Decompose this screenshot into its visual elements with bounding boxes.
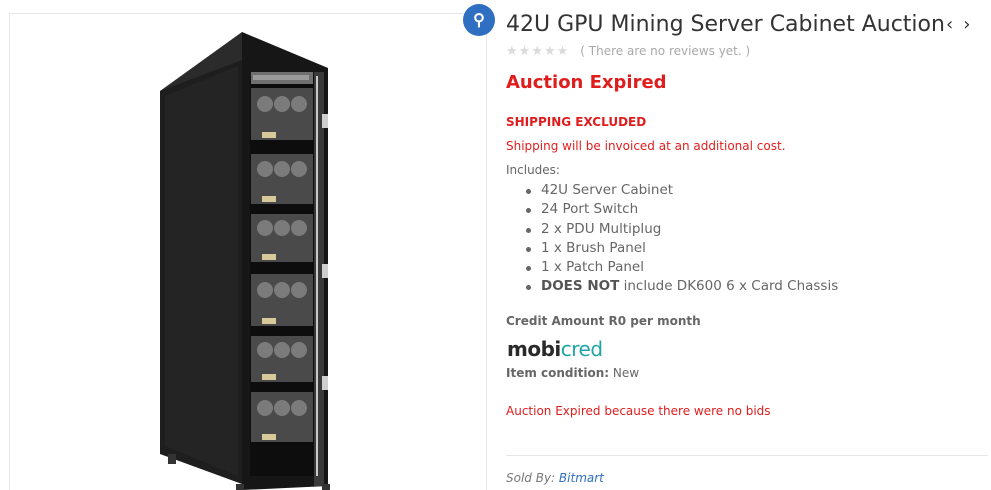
- divider: [506, 455, 988, 456]
- star-icon: ★: [543, 43, 556, 58]
- auction-status: Auction Expired: [506, 72, 667, 93]
- sold-by-label: Sold By:: [506, 471, 559, 485]
- list-item: 1 x Brush Panel: [524, 239, 838, 258]
- star-icon: ★: [518, 43, 531, 58]
- item-condition-value: New: [609, 366, 640, 380]
- exclusion-text: include DK600 6 x Card Chassis: [619, 278, 839, 295]
- list-item-exclusion: DOES NOT include DK600 6 x Card Chassis: [524, 277, 838, 296]
- sold-by: Sold By: Bitmart: [506, 471, 604, 485]
- mobicred-logo-teal: cred: [560, 337, 603, 361]
- item-condition: Item condition: New: [506, 366, 639, 380]
- credit-amount: Credit Amount R0 per month: [506, 314, 701, 328]
- mobicred-logo[interactable]: mobi cred: [507, 336, 603, 362]
- list-item: 1 x Patch Panel: [524, 258, 838, 277]
- next-product-icon[interactable]: ›: [963, 14, 970, 36]
- shipping-note: Shipping will be invoiced at an addition…: [506, 139, 786, 153]
- product-navigation: ‹ ›: [946, 14, 970, 36]
- seller-link[interactable]: Bitmart: [559, 471, 604, 485]
- mobicred-logo-dark: mobi: [507, 337, 561, 361]
- review-count-link[interactable]: ( There are no reviews yet. ): [580, 44, 750, 58]
- list-item: 2 x PDU Multiplug: [524, 220, 838, 239]
- shipping-heading: SHIPPING EXCLUDED: [506, 115, 647, 129]
- product-image-panel[interactable]: [9, 13, 487, 490]
- star-icon: ★: [531, 43, 543, 58]
- star-icon: ★: [506, 43, 518, 58]
- product-rating: ★ ★ ★ ★ ★ ( There are no reviews yet. ): [506, 44, 750, 59]
- product-title: 42U GPU Mining Server Cabinet Auction: [506, 12, 945, 37]
- list-item: 42U Server Cabinet: [524, 181, 838, 200]
- includes-list: 42U Server Cabinet 24 Port Switch 2 x PD…: [524, 181, 838, 297]
- list-item: 24 Port Switch: [524, 200, 838, 219]
- includes-label: Includes:: [506, 163, 560, 177]
- previous-product-icon[interactable]: ‹: [946, 14, 953, 36]
- item-condition-label: Item condition:: [506, 366, 610, 380]
- zoom-icon[interactable]: ⚲: [463, 4, 495, 36]
- product-image[interactable]: [10, 14, 487, 490]
- star-icon: ★: [556, 43, 569, 58]
- star-rating: ★ ★ ★ ★ ★: [506, 44, 568, 58]
- exclusion-emphasis: DOES NOT: [541, 278, 620, 295]
- auction-expired-reason: Auction Expired because there were no bi…: [506, 404, 771, 418]
